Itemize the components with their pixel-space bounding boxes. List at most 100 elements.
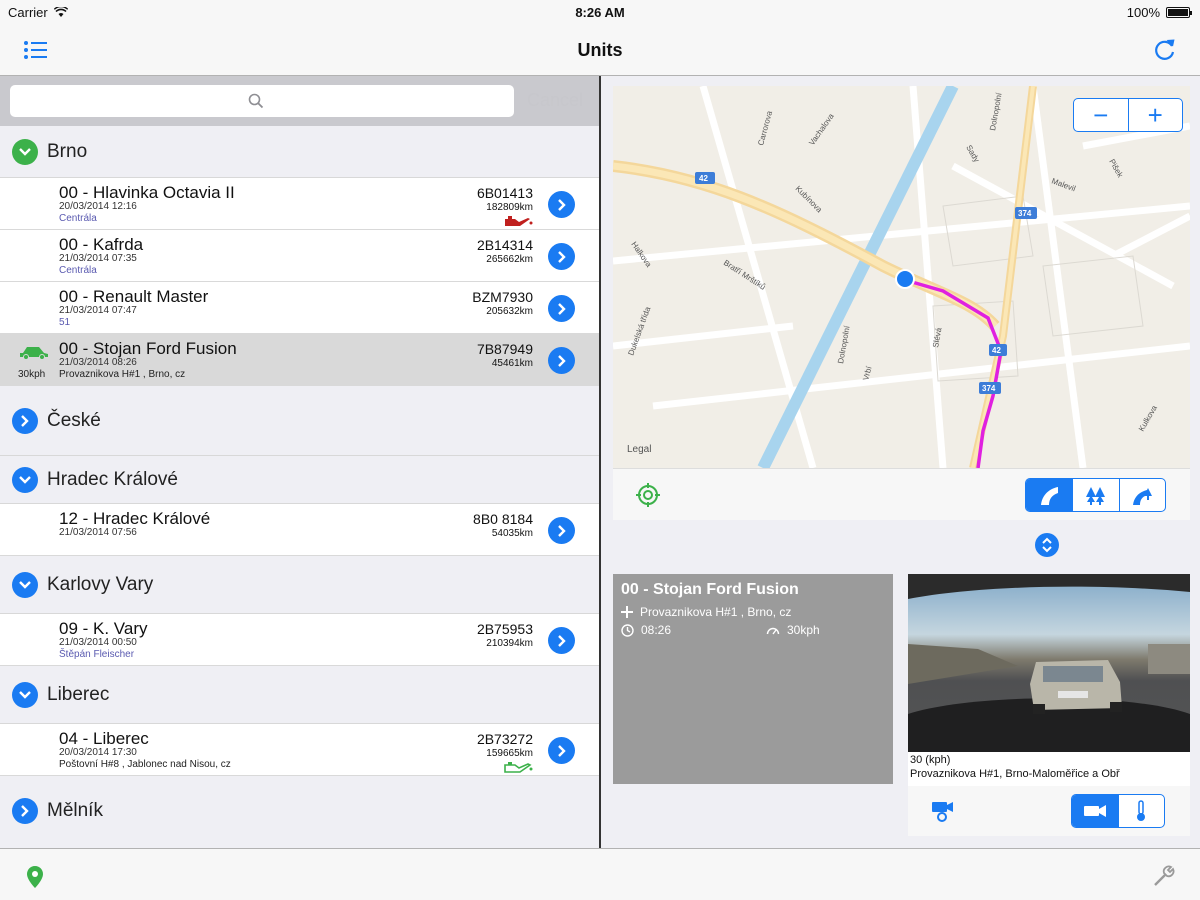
search-icon bbox=[248, 93, 264, 109]
unit-date: 21/03/2014 08:26 bbox=[59, 357, 137, 368]
chevron-right-icon bbox=[557, 634, 566, 647]
group-label: Liberec bbox=[47, 683, 110, 705]
list-item[interactable]: 00 - Renault Master 21/03/2014 07:47 51 … bbox=[0, 282, 599, 334]
unit-date: 21/03/2014 00:50 bbox=[59, 637, 137, 648]
media-camera[interactable] bbox=[1072, 795, 1118, 827]
disclosure-button[interactable] bbox=[548, 347, 575, 374]
map-view[interactable]: Vachalova Carrorova Dolnopolní Kubínova … bbox=[613, 86, 1190, 468]
zoom-in-button[interactable]: + bbox=[1127, 99, 1183, 131]
chevron-down-icon bbox=[12, 681, 38, 708]
group-header-liberec[interactable]: Liberec bbox=[0, 666, 599, 724]
unit-location: Provaznikova H#1 , Brno, cz bbox=[59, 369, 186, 380]
location-pin-icon[interactable] bbox=[26, 865, 44, 889]
unit-mileage: 210394km bbox=[486, 638, 533, 649]
map-toolbar bbox=[613, 468, 1190, 520]
expand-button[interactable] bbox=[1035, 533, 1059, 557]
group-label: Brno bbox=[47, 140, 88, 162]
oil-can-icon bbox=[505, 216, 533, 226]
unit-info-address: Provaznikova H#1 , Brno, cz bbox=[640, 605, 792, 619]
group-header-ceske[interactable]: České bbox=[0, 386, 599, 456]
group-header-karlovy-vary[interactable]: Karlovy Vary bbox=[0, 556, 599, 614]
chevron-right-icon bbox=[557, 302, 566, 315]
locate-icon[interactable] bbox=[635, 482, 661, 508]
chevron-down-icon bbox=[12, 466, 38, 493]
refresh-icon[interactable] bbox=[1152, 37, 1178, 63]
media-sensor[interactable] bbox=[1117, 795, 1164, 827]
zoom-out-button[interactable]: − bbox=[1074, 99, 1128, 131]
hybrid-icon bbox=[1133, 488, 1153, 505]
map-type-road[interactable] bbox=[1026, 479, 1073, 511]
group-label: České bbox=[47, 409, 101, 431]
status-bar: Carrier 8:26 AM 100% bbox=[0, 0, 1200, 24]
unit-location: Centrála bbox=[59, 265, 97, 276]
unit-detail-panel: Vachalova Carrorova Dolnopolní Kubínova … bbox=[601, 76, 1200, 848]
trees-icon bbox=[1086, 487, 1105, 505]
unit-date: 21/03/2014 07:47 bbox=[59, 305, 137, 316]
thermometer-icon bbox=[1137, 800, 1146, 821]
disclosure-button[interactable] bbox=[548, 295, 575, 322]
camera-address-caption: Provaznikova H#1, Brno-Maloměřice a Obř bbox=[910, 768, 1120, 780]
unit-name: 12 - Hradec Králové bbox=[59, 509, 211, 528]
list-item[interactable]: 00 - Kafrda 21/03/2014 07:35 Centrála 2B… bbox=[0, 230, 599, 282]
speedometer-icon bbox=[766, 627, 780, 634]
list-item[interactable]: 04 - Liberec 20/03/2014 17:30 Poštovní H… bbox=[0, 724, 599, 776]
map-legal-link[interactable]: Legal bbox=[627, 444, 651, 455]
disclosure-button[interactable] bbox=[548, 737, 575, 764]
unit-plate: 2B73272 bbox=[476, 731, 533, 747]
unit-mileage: 159665km bbox=[486, 748, 533, 759]
list-item[interactable]: 09 - K. Vary 21/03/2014 00:50 Štěpán Fle… bbox=[0, 614, 599, 666]
status-time: 8:26 AM bbox=[575, 5, 625, 20]
unit-name: 04 - Liberec bbox=[59, 729, 149, 748]
wrench-icon[interactable] bbox=[1152, 864, 1176, 888]
unit-plate: BZM7930 bbox=[472, 289, 533, 305]
map-type-hybrid[interactable] bbox=[1118, 479, 1165, 511]
group-header-brno[interactable]: Brno bbox=[0, 126, 599, 178]
chevron-right-icon bbox=[557, 354, 566, 367]
road-icon bbox=[1041, 487, 1059, 505]
unit-location: Poštovní H#8 , Jablonec nad Nisou, cz bbox=[59, 759, 231, 770]
unit-mileage: 54035km bbox=[491, 528, 533, 539]
unit-date: 20/03/2014 12:16 bbox=[59, 201, 137, 212]
unit-speed: 30kph bbox=[18, 369, 46, 380]
route-shield: 42 bbox=[992, 346, 1001, 355]
group-header-melnik[interactable]: Mělník bbox=[0, 776, 599, 846]
unit-name: 00 - Kafrda bbox=[59, 235, 144, 254]
unit-plate: 2B75953 bbox=[476, 621, 533, 637]
unit-name: 00 - Stojan Ford Fusion bbox=[59, 339, 237, 358]
camera-snapshot[interactable]: 30 (kph) Provaznikova H#1, Brno-Maloměři… bbox=[908, 574, 1190, 786]
disclosure-button[interactable] bbox=[548, 627, 575, 654]
unit-mileage: 182809km bbox=[486, 202, 533, 213]
oil-can-icon bbox=[504, 762, 533, 773]
unit-plate: 6B01413 bbox=[476, 185, 533, 201]
expand-icon bbox=[1042, 537, 1052, 553]
unit-info-title: 00 - Stojan Ford Fusion bbox=[621, 581, 799, 598]
route-shield: 374 bbox=[1018, 209, 1032, 218]
chevron-right-icon bbox=[12, 407, 38, 434]
list-item-selected[interactable]: 30kph 00 - Stojan Ford Fusion 21/03/2014… bbox=[0, 334, 599, 386]
cancel-button[interactable]: Cancel bbox=[527, 90, 583, 111]
chevron-right-icon bbox=[557, 250, 566, 263]
camera-settings-icon[interactable] bbox=[930, 798, 956, 824]
chevron-right-icon bbox=[12, 798, 38, 824]
disclosure-button[interactable] bbox=[548, 243, 575, 270]
route-shield: 374 bbox=[982, 384, 996, 393]
unit-location: Štěpán Fleischer bbox=[59, 649, 135, 660]
unit-mileage: 205632km bbox=[486, 306, 533, 317]
unit-name: 00 - Hlavinka Octavia II bbox=[59, 183, 235, 202]
unit-info-card: 00 - Stojan Ford Fusion Provaznikova H#1… bbox=[613, 574, 893, 784]
list-item[interactable]: 00 - Hlavinka Octavia II 20/03/2014 12:1… bbox=[0, 178, 599, 230]
unit-info-speed: 30kph bbox=[787, 623, 820, 637]
search-bar: Cancel bbox=[0, 76, 599, 126]
disclosure-button[interactable] bbox=[548, 191, 575, 218]
map-type-segmented-control bbox=[1025, 478, 1166, 512]
group-header-hradec[interactable]: Hradec Králové bbox=[0, 456, 599, 504]
chevron-right-icon bbox=[557, 524, 566, 537]
map-type-terrain[interactable] bbox=[1072, 479, 1118, 511]
disclosure-button[interactable] bbox=[548, 517, 575, 544]
search-input[interactable] bbox=[10, 85, 514, 117]
unit-date: 21/03/2014 07:56 bbox=[59, 527, 137, 538]
group-label: Hradec Králové bbox=[47, 468, 178, 490]
unit-mileage: 45461km bbox=[491, 358, 533, 369]
chevron-down-icon bbox=[12, 138, 38, 165]
list-item[interactable]: 12 - Hradec Králové 21/03/2014 07:56 8B0… bbox=[0, 504, 599, 556]
